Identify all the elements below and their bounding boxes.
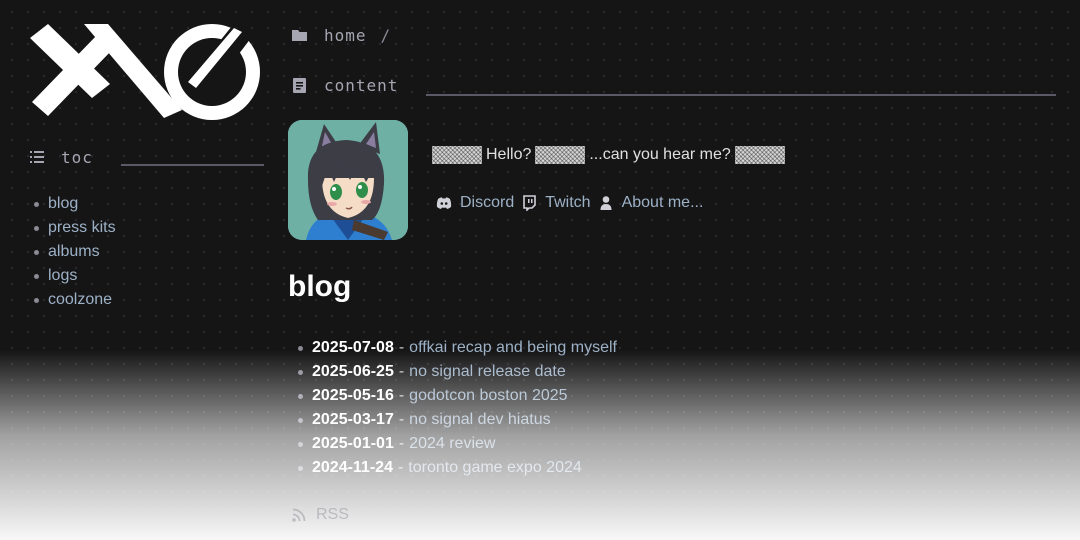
bullet bbox=[298, 441, 303, 447]
discord-icon bbox=[436, 197, 452, 209]
person-icon bbox=[600, 196, 612, 210]
toc-item: logs bbox=[34, 264, 116, 288]
breadcrumb-home-link[interactable]: home bbox=[324, 26, 367, 45]
blog-post-item: 2025-03-17- no signal dev hiatus bbox=[298, 408, 617, 432]
toc-divider bbox=[120, 164, 264, 166]
about-link-label[interactable]: About me... bbox=[622, 194, 704, 212]
post-link[interactable]: no signal release date bbox=[409, 363, 566, 381]
blog-post-item: 2024-11-24- toronto game expo 2024 bbox=[298, 456, 617, 480]
toc-item: press kits bbox=[34, 216, 116, 240]
dash: - bbox=[397, 459, 404, 476]
toc-link-press-kits[interactable]: press kits bbox=[48, 219, 116, 237]
folder-icon bbox=[292, 30, 307, 41]
breadcrumb-content-label: content bbox=[324, 75, 399, 95]
post-date: 2024-11-24 bbox=[312, 459, 393, 476]
greeting: Hello? ...can you hear me? bbox=[432, 146, 789, 164]
bullet bbox=[34, 297, 39, 303]
bullet bbox=[34, 249, 39, 255]
content-divider bbox=[426, 94, 1056, 96]
static-noise-block bbox=[734, 146, 785, 164]
post-date: 2025-01-01 bbox=[312, 435, 394, 452]
site-logo[interactable] bbox=[28, 20, 260, 120]
bullet bbox=[298, 393, 303, 399]
discord-link-label[interactable]: Discord bbox=[460, 194, 514, 212]
post-link[interactable]: offkai recap and being myself bbox=[409, 339, 617, 357]
blog-post-item: 2025-06-25- no signal release date bbox=[298, 360, 617, 384]
blog-post-item: 2025-05-16- godotcon boston 2025 bbox=[298, 384, 617, 408]
toc-list: blog press kits albums logs coolzone bbox=[34, 192, 116, 312]
toc-link-albums[interactable]: albums bbox=[48, 243, 100, 261]
bullet bbox=[34, 273, 39, 279]
post-link[interactable]: 2024 review bbox=[409, 435, 495, 453]
bullet bbox=[298, 345, 303, 351]
blog-heading: blog bbox=[288, 270, 352, 303]
greeting-text-2: ...can you hear me? bbox=[589, 146, 731, 163]
toc-link-logs[interactable]: logs bbox=[48, 267, 77, 285]
toc-item: albums bbox=[34, 240, 116, 264]
rss-link[interactable]: RSS bbox=[292, 506, 349, 524]
bullet bbox=[34, 225, 39, 231]
avatar-illustration bbox=[288, 120, 408, 240]
post-link[interactable]: no signal dev hiatus bbox=[409, 411, 550, 429]
rss-label[interactable]: RSS bbox=[316, 506, 349, 524]
toc-link-blog[interactable]: blog bbox=[48, 195, 78, 213]
blog-post-list: 2025-07-08- offkai recap and being myself… bbox=[298, 336, 617, 480]
bullet bbox=[298, 417, 303, 423]
greeting-text-1: Hello? bbox=[486, 146, 532, 163]
dash: - bbox=[398, 435, 405, 452]
bullet bbox=[34, 201, 39, 207]
document-icon bbox=[293, 77, 306, 93]
bullet bbox=[298, 369, 303, 375]
about-link[interactable]: About me... bbox=[598, 194, 704, 212]
post-date: 2025-06-25 bbox=[312, 363, 394, 380]
breadcrumb-separator: / bbox=[380, 26, 392, 45]
toc-item: blog bbox=[34, 192, 116, 216]
discord-link[interactable]: Discord bbox=[436, 194, 514, 212]
static-noise-block bbox=[535, 146, 586, 164]
social-links: Discord Twitch About me... bbox=[436, 194, 710, 212]
dash: - bbox=[398, 411, 405, 428]
post-date: 2025-03-17 bbox=[312, 411, 394, 428]
post-link[interactable]: godotcon boston 2025 bbox=[409, 387, 567, 405]
dash: - bbox=[398, 387, 405, 404]
dash: - bbox=[398, 339, 405, 356]
twitch-link-label[interactable]: Twitch bbox=[545, 194, 590, 212]
avatar bbox=[288, 120, 408, 240]
blog-post-item: 2025-01-01-2024 review bbox=[298, 432, 617, 456]
post-date: 2025-07-08 bbox=[312, 339, 394, 356]
rss-icon bbox=[292, 508, 306, 522]
breadcrumb-home: home / bbox=[292, 26, 391, 45]
toc-link-coolzone[interactable]: coolzone bbox=[48, 291, 112, 309]
twitch-icon bbox=[523, 195, 537, 211]
list-icon bbox=[30, 151, 44, 163]
static-noise-block bbox=[432, 146, 482, 164]
bullet bbox=[298, 465, 303, 471]
blog-post-item: 2025-07-08- offkai recap and being myself bbox=[298, 336, 617, 360]
toc-item: coolzone bbox=[34, 288, 116, 312]
dash: - bbox=[398, 363, 405, 380]
post-date: 2025-05-16 bbox=[312, 387, 394, 404]
post-link[interactable]: toronto game expo 2024 bbox=[408, 459, 581, 477]
toc-header: toc bbox=[30, 146, 264, 168]
toc-label: toc bbox=[61, 147, 93, 167]
breadcrumb-content: content bbox=[292, 74, 1056, 96]
twitch-link[interactable]: Twitch bbox=[521, 194, 591, 212]
